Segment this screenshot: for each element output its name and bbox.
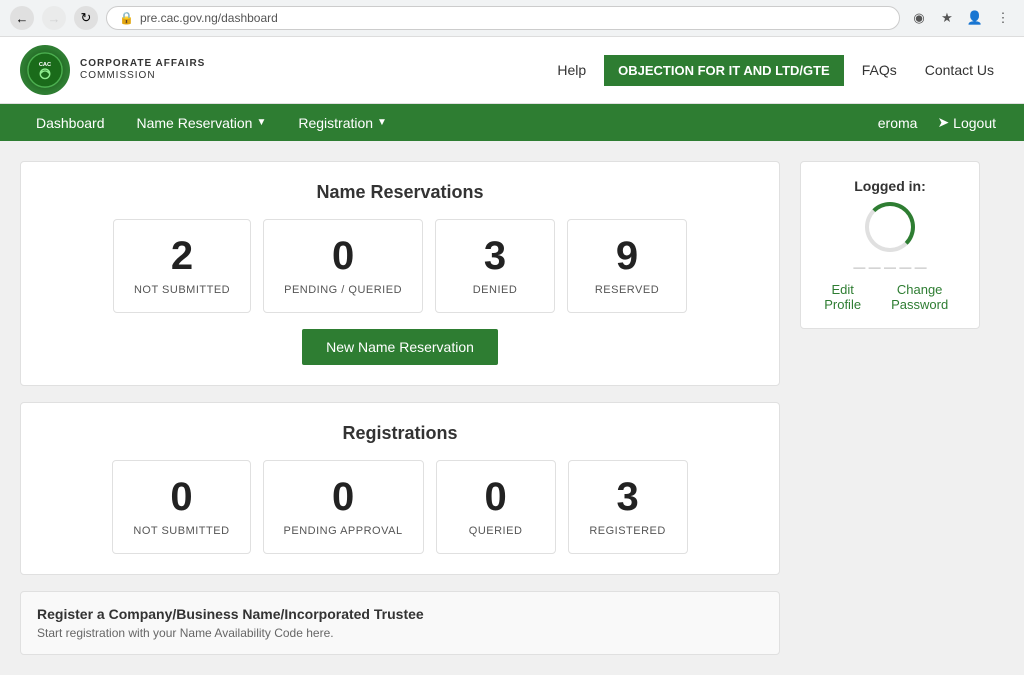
reg-pending-approval-label: PENDING APPROVAL <box>284 525 403 537</box>
registrations-stats: 0 NOT SUBMITTED 0 PENDING APPROVAL 0 QUE… <box>41 460 759 554</box>
reg-stat-pending-approval: 0 PENDING APPROVAL <box>263 460 424 554</box>
nav-registration[interactable]: Registration ▼ <box>282 105 403 141</box>
name-reservations-title: Name Reservations <box>41 182 759 203</box>
content-right: Logged in: — — — — — Edit Profile Change… <box>800 161 980 655</box>
registrations-title: Registrations <box>41 423 759 444</box>
profile-icon[interactable]: 👤 <box>964 7 986 29</box>
logo-text: CORPORATE AFFAIRS COMMISSION <box>80 58 205 82</box>
pending-queried-number: 0 <box>284 236 402 276</box>
reg-pending-approval-number: 0 <box>284 477 403 517</box>
stat-box-not-submitted: 2 NOT SUBMITTED <box>113 219 251 313</box>
stat-box-denied: 3 DENIED <box>435 219 555 313</box>
main-content: Name Reservations 2 NOT SUBMITTED 0 PEND… <box>0 141 1000 675</box>
logout-button[interactable]: ➤ Logout <box>929 104 1004 141</box>
stat-box-reserved: 9 RESERVED <box>567 219 687 313</box>
name-reservations-stats: 2 NOT SUBMITTED 0 PENDING / QUERIED 3 DE… <box>41 219 759 313</box>
logo-area: CAC CORPORATE AFFAIRS COMMISSION <box>20 45 205 95</box>
extensions-icon[interactable]: ◉ <box>908 7 930 29</box>
reg-stat-not-submitted: 0 NOT SUBMITTED <box>112 460 250 554</box>
help-link[interactable]: Help <box>547 56 596 84</box>
bookmark-icon[interactable]: ★ <box>936 7 958 29</box>
stat-box-pending-queried: 0 PENDING / QUERIED <box>263 219 423 313</box>
contact-link[interactable]: Contact Us <box>915 56 1004 84</box>
nav-dashboard[interactable]: Dashboard <box>20 105 121 141</box>
browser-bar: ← → ↻ 🔒 pre.cac.gov.ng/dashboard ◉ ★ 👤 ⋮ <box>0 0 1024 37</box>
not-submitted-number: 2 <box>134 236 230 276</box>
main-nav-left: Dashboard Name Reservation ▼ Registratio… <box>20 105 403 141</box>
site-header: CAC CORPORATE AFFAIRS COMMISSION Help OB… <box>0 37 1024 104</box>
logged-in-title: Logged in: <box>817 178 963 194</box>
user-name: eroma <box>870 105 926 141</box>
browser-icons: ◉ ★ 👤 ⋮ <box>908 7 1014 29</box>
header-nav: Help OBJECTION FOR IT AND LTD/GTE FAQs C… <box>547 55 1004 86</box>
lock-icon: 🔒 <box>119 11 134 25</box>
reg-not-submitted-number: 0 <box>133 477 229 517</box>
reg-not-submitted-label: NOT SUBMITTED <box>133 525 229 537</box>
denied-label: DENIED <box>456 284 534 296</box>
reserved-label: RESERVED <box>588 284 666 296</box>
reg-registered-label: REGISTERED <box>589 525 667 537</box>
url-text: pre.cac.gov.ng/dashboard <box>140 11 278 25</box>
reg-stat-registered: 3 REGISTERED <box>568 460 688 554</box>
profile-links: Edit Profile Change Password <box>817 282 963 312</box>
back-button[interactable]: ← <box>10 6 34 30</box>
spinner-container <box>865 202 915 252</box>
reg-stat-queried: 0 QUERIED <box>436 460 556 554</box>
register-card: Register a Company/Business Name/Incorpo… <box>20 591 780 655</box>
logo-circle: CAC <box>20 45 70 95</box>
reg-queried-number: 0 <box>457 477 535 517</box>
main-nav-right: eroma ➤ Logout <box>870 104 1004 141</box>
reg-queried-label: QUERIED <box>457 525 535 537</box>
logout-icon: ➤ <box>937 114 949 131</box>
reserved-number: 9 <box>588 236 666 276</box>
forward-button[interactable]: → <box>42 6 66 30</box>
address-bar[interactable]: 🔒 pre.cac.gov.ng/dashboard <box>106 6 900 30</box>
menu-icon[interactable]: ⋮ <box>992 7 1014 29</box>
main-nav: Dashboard Name Reservation ▼ Registratio… <box>0 104 1024 141</box>
change-password-link[interactable]: Change Password <box>876 282 963 312</box>
faqs-link[interactable]: FAQs <box>852 56 907 84</box>
user-info-placeholder: — — — — — <box>817 260 963 274</box>
registrations-section: Registrations 0 NOT SUBMITTED 0 PENDING … <box>20 402 780 575</box>
svg-text:CAC: CAC <box>39 62 51 68</box>
name-reservations-section: Name Reservations 2 NOT SUBMITTED 0 PEND… <box>20 161 780 386</box>
registration-arrow: ▼ <box>377 117 387 128</box>
nav-name-reservation[interactable]: Name Reservation ▼ <box>121 105 283 141</box>
pending-queried-label: PENDING / QUERIED <box>284 284 402 296</box>
spinner-ring <box>865 202 915 252</box>
content-left: Name Reservations 2 NOT SUBMITTED 0 PEND… <box>20 161 780 655</box>
objection-button[interactable]: OBJECTION FOR IT AND LTD/GTE <box>604 55 844 86</box>
denied-number: 3 <box>456 236 534 276</box>
new-reservation-button[interactable]: New Name Reservation <box>302 329 498 365</box>
name-reservation-arrow: ▼ <box>256 117 266 128</box>
reg-registered-number: 3 <box>589 477 667 517</box>
edit-profile-link[interactable]: Edit Profile <box>817 282 868 312</box>
not-submitted-label: NOT SUBMITTED <box>134 284 230 296</box>
register-card-title: Register a Company/Business Name/Incorpo… <box>37 606 763 622</box>
logged-in-card: Logged in: — — — — — Edit Profile Change… <box>800 161 980 329</box>
register-card-subtitle: Start registration with your Name Availa… <box>37 626 763 640</box>
reload-button[interactable]: ↻ <box>74 6 98 30</box>
